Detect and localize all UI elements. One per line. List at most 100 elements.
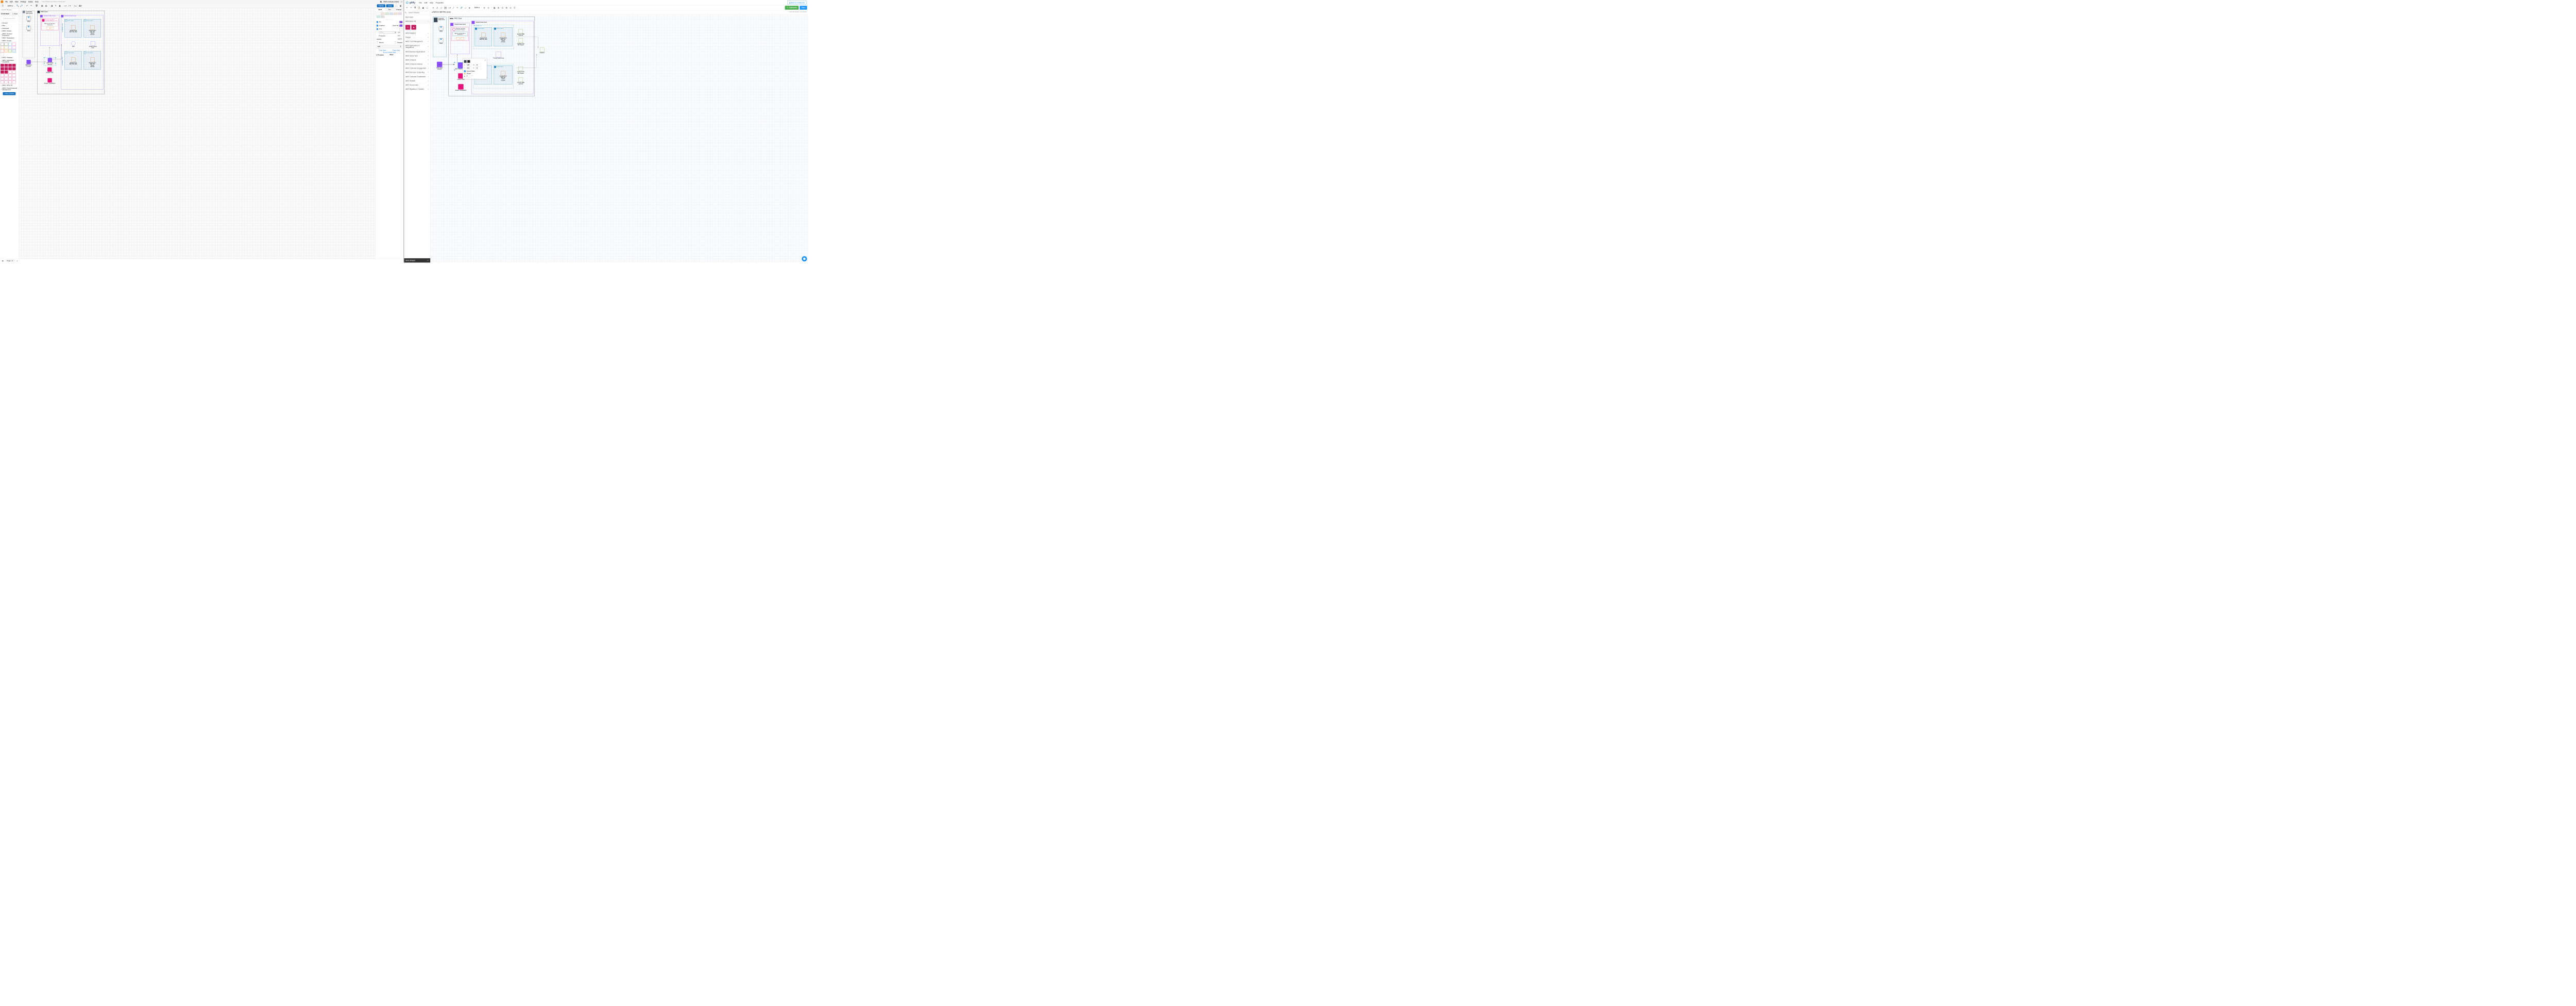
aws-service-icon[interactable]: [8, 71, 12, 74]
vpc1[interactable]: Virtual private cloud Red Hat OpenShift …: [40, 15, 60, 46]
group-shape[interactable]: [8, 46, 12, 49]
shadow-checkbox[interactable]: [395, 42, 396, 43]
close-icon[interactable]: ✕: [484, 59, 486, 61]
fill-color[interactable]: [399, 21, 402, 23]
group-shape[interactable]: [12, 49, 16, 53]
w-input[interactable]: [476, 64, 481, 66]
fsx-icon[interactable]: [519, 39, 523, 43]
cat-item[interactable]: AWS Customer Enablement✕: [404, 75, 430, 79]
gradient-checkbox[interactable]: [377, 25, 378, 26]
paw-box[interactable]: IBM Planning Analytics Workspace: [452, 32, 467, 36]
gl-corp-dc[interactable]: Corporate Data Center 👥 SREs 👥 Users: [433, 16, 446, 57]
route53-icon[interactable]: [91, 41, 95, 45]
aws-service-icon[interactable]: [5, 77, 8, 80]
public-subnet-1[interactable]: Public subnet Amazon EC2 IBM TM1 Web: [64, 19, 82, 37]
image-icon[interactable]: 🖼: [444, 6, 447, 9]
shape-preview-icon[interactable]: [464, 60, 466, 63]
menu-view[interactable]: View: [14, 1, 19, 3]
close-icon[interactable]: ✕: [428, 32, 429, 34]
private-subnet-1[interactable]: Private subnet Amazon EC2 IBM TM1 Server…: [83, 19, 101, 37]
aws-service-icon[interactable]: [5, 74, 8, 77]
cat-item[interactable]: AWS Group Icons✕: [404, 83, 430, 87]
group-shape[interactable]: [12, 43, 16, 46]
container-icon[interactable]: [46, 27, 49, 30]
h-input[interactable]: [476, 67, 481, 70]
color-swatch[interactable]: [394, 12, 397, 15]
fill-color-icon[interactable]: ◨: [50, 4, 54, 7]
gl-menu-file[interactable]: File: [419, 2, 421, 4]
aws-service-icon[interactable]: [8, 64, 12, 67]
aws-service-icon[interactable]: [1, 77, 4, 80]
aspect-checkbox[interactable]: [464, 71, 465, 72]
redo-icon[interactable]: ↷: [409, 6, 413, 9]
route53-icon[interactable]: [496, 52, 501, 57]
ungroup-icon[interactable]: ▢: [426, 6, 429, 9]
save-button[interactable]: Save: [800, 6, 807, 10]
subnet-b[interactable]: Private subnet Amazon EC2 IMB TM1 Server…: [494, 27, 513, 46]
scratchpad-header[interactable]: Scratchpad？ ✎ ✕: [0, 12, 19, 15]
theme-icon[interactable]: ◎: [509, 6, 512, 9]
gl-ocp[interactable]: Red Hat OpenShift Container Platform IBM…: [451, 27, 468, 41]
color-swatch[interactable]: [381, 15, 384, 18]
group-shape[interactable]: [5, 46, 8, 49]
ec2-icon[interactable]: [501, 33, 505, 37]
close-icon[interactable]: ✕: [428, 88, 429, 90]
close-icon[interactable]: ✕: [428, 76, 429, 78]
group-shape[interactable]: [1, 43, 4, 46]
collaborate-button[interactable]: ＋ Collaborate: [785, 6, 799, 10]
ec2-icon[interactable]: [90, 25, 94, 29]
fullscreen-icon[interactable]: ⛶: [395, 4, 398, 7]
connector-icon[interactable]: ↘▾: [448, 6, 451, 9]
cat-item[interactable]: AWS Applications & Integrations✕: [404, 44, 430, 50]
users-icon[interactable]: 👥: [27, 26, 31, 30]
close-icon[interactable]: ✕: [428, 21, 429, 23]
text-color-icon[interactable]: A: [467, 60, 470, 63]
x-input[interactable]: [466, 64, 471, 66]
subnet-d[interactable]: Private subnet Amazon EC2 IMB TM1 Server…: [494, 65, 513, 85]
lock-icon[interactable]: 🔓: [464, 73, 466, 74]
aws-service-icon[interactable]: [5, 68, 8, 71]
corp-dc-container[interactable]: Corporate data center 👥 SREs 👥 Users: [23, 11, 35, 58]
group-shape[interactable]: [1, 49, 4, 53]
cat-item[interactable]: Images✕: [404, 35, 430, 39]
close-icon[interactable]: ✕: [428, 51, 429, 53]
tab-text[interactable]: Text: [385, 8, 394, 11]
add-page-icon[interactable]: ＋: [15, 259, 19, 262]
link-icon[interactable]: 🔗: [460, 6, 463, 9]
share-icon[interactable]: [401, 1, 403, 3]
tab-arrange[interactable]: Arrange: [394, 8, 403, 11]
waypoint-icon[interactable]: ⊹▾: [67, 4, 71, 7]
paw-box[interactable]: IBM Planning Analytics Workspace: [42, 22, 58, 26]
snapshot-icon[interactable]: [540, 47, 544, 52]
paste-icon[interactable]: 📋: [417, 6, 421, 9]
snap-icon[interactable]: ⊞: [497, 6, 500, 9]
pointer-icon[interactable]: ➤: [431, 6, 435, 9]
gliffy-canvas[interactable]: Corporate Data Center 👥 SREs 👥 Users AWS…: [430, 14, 808, 262]
popup-icon[interactable]: ▱: [464, 6, 467, 9]
color-swatch[interactable]: [389, 12, 393, 15]
zoom-out-icon[interactable]: ⊖: [486, 6, 490, 9]
delete-icon[interactable]: 🗑: [35, 4, 39, 7]
undo-icon[interactable]: ↶: [25, 4, 29, 7]
drawio-canvas[interactable]: Corporate data center 👥 SREs 👥 Users AWS…: [19, 8, 375, 259]
gl-menu-properties[interactable]: Properties: [436, 2, 444, 4]
private-subnet-3[interactable]: Private subnet Amazon EC2 IBM TM1 Server…: [83, 52, 101, 70]
cat-item[interactable]: AWS Migration & Transfer✕: [404, 87, 430, 91]
close-icon[interactable]: ✕: [428, 55, 429, 57]
cat-active[interactable]: AWS AR & VR✕: [404, 20, 430, 24]
publish-button[interactable]: Publish: [377, 4, 386, 7]
rotation-input[interactable]: [466, 75, 471, 77]
note-icon[interactable]: ▭: [439, 6, 443, 9]
az-1[interactable]: Availability zone Private subnet Amazon …: [473, 25, 514, 49]
aws-service-icon[interactable]: [1, 74, 4, 77]
to-back-icon[interactable]: ▧: [44, 4, 48, 7]
subnet-a[interactable]: Private subnet Amazon EC2 IMB TM1 Web: [474, 27, 492, 46]
aws-service-icon[interactable]: [1, 71, 4, 74]
alb-icon[interactable]: [71, 41, 75, 45]
aws-arvr-icon[interactable]: ⎚: [405, 25, 410, 29]
ebs-icon[interactable]: [519, 77, 523, 81]
zoom-in-icon[interactable]: ⊕: [482, 6, 486, 9]
gl-aws-cloud[interactable]: aws AWS Cloud Virtual Private Cloud Red …: [449, 16, 535, 96]
layers-icon[interactable]: ◈: [468, 6, 471, 9]
tgw-node-selected[interactable]: AWS Transit Gateway: [44, 58, 55, 65]
